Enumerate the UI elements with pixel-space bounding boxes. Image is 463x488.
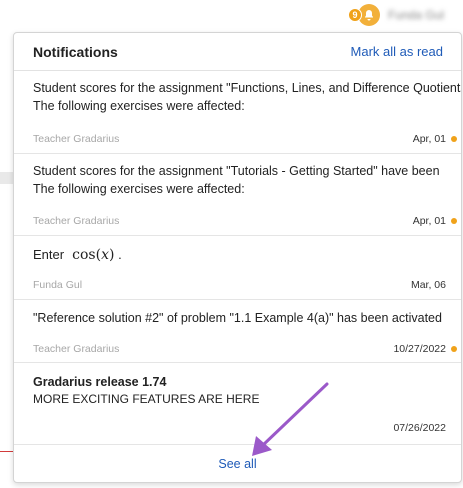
notification-message: Student scores for the assignment "Tutor… [33, 164, 440, 178]
notification-detail: The following exercises were affected: [33, 99, 245, 113]
see-all-link[interactable]: See all [218, 457, 256, 471]
notification-meta: 07/26/2022 [33, 422, 461, 434]
release-notification-item[interactable]: Gradarius release 1.74 MORE EXCITING FEA… [14, 363, 461, 445]
unread-dot-icon [451, 346, 457, 352]
release-subtitle: MORE EXCITING FEATURES ARE HERE [33, 392, 260, 406]
bell-icon [365, 10, 373, 21]
message-prefix: Enter [33, 247, 65, 262]
math-expression: cos(x) [72, 247, 115, 263]
panel-header: Notifications Mark all as read [14, 33, 461, 71]
message-suffix: . [118, 247, 122, 262]
notification-date: 07/26/2022 [393, 422, 446, 434]
notification-message: "Reference solution #2" of problem "1.1 … [33, 311, 442, 325]
notification-count-badge: 9 [348, 8, 362, 22]
notification-meta: Teacher Gradarius Apr, 01 [33, 215, 461, 227]
notification-date: Apr, 01 [412, 215, 446, 227]
notification-meta: Teacher Gradarius Apr, 01 [33, 133, 461, 145]
mark-all-read-link[interactable]: Mark all as read [351, 44, 443, 59]
notifications-panel: Notifications Mark all as read Student s… [13, 32, 462, 483]
notification-author: Teacher Gradarius [33, 215, 120, 227]
notification-meta: Teacher Gradarius 10/27/2022 [33, 343, 461, 355]
notification-item[interactable]: "Reference solution #2" of problem "1.1 … [14, 300, 461, 363]
notification-item[interactable]: Enter cos(x) . Funda Gul Mar, 06 [14, 236, 461, 300]
notification-date: Mar, 06 [410, 279, 446, 291]
unread-dot-icon [451, 218, 457, 224]
notification-date: Apr, 01 [412, 133, 446, 145]
notification-meta: Funda Gul Mar, 06 [33, 279, 461, 291]
math-variable: x [101, 247, 109, 263]
math-function: cos [72, 247, 96, 263]
release-title: Gradarius release 1.74 [33, 375, 167, 389]
notification-detail: The following exercises were affected: [33, 182, 245, 196]
notification-item[interactable]: Student scores for the assignment "Tutor… [14, 154, 461, 236]
notification-area: 9 Funda Gul [348, 3, 444, 27]
user-name[interactable]: Funda Gul [388, 8, 444, 22]
notification-message: Enter cos(x) . [33, 236, 461, 264]
see-all-row: See all [14, 445, 461, 482]
notification-message: Student scores for the assignment "Funct… [33, 81, 461, 95]
notification-author: Teacher Gradarius [33, 133, 120, 145]
unread-dot-icon [451, 136, 457, 142]
notification-author: Funda Gul [33, 279, 83, 291]
panel-title: Notifications [33, 43, 118, 60]
notification-item[interactable]: Student scores for the assignment "Funct… [14, 71, 461, 154]
notification-author: Teacher Gradarius [33, 343, 120, 355]
notification-date: 10/27/2022 [393, 343, 446, 355]
